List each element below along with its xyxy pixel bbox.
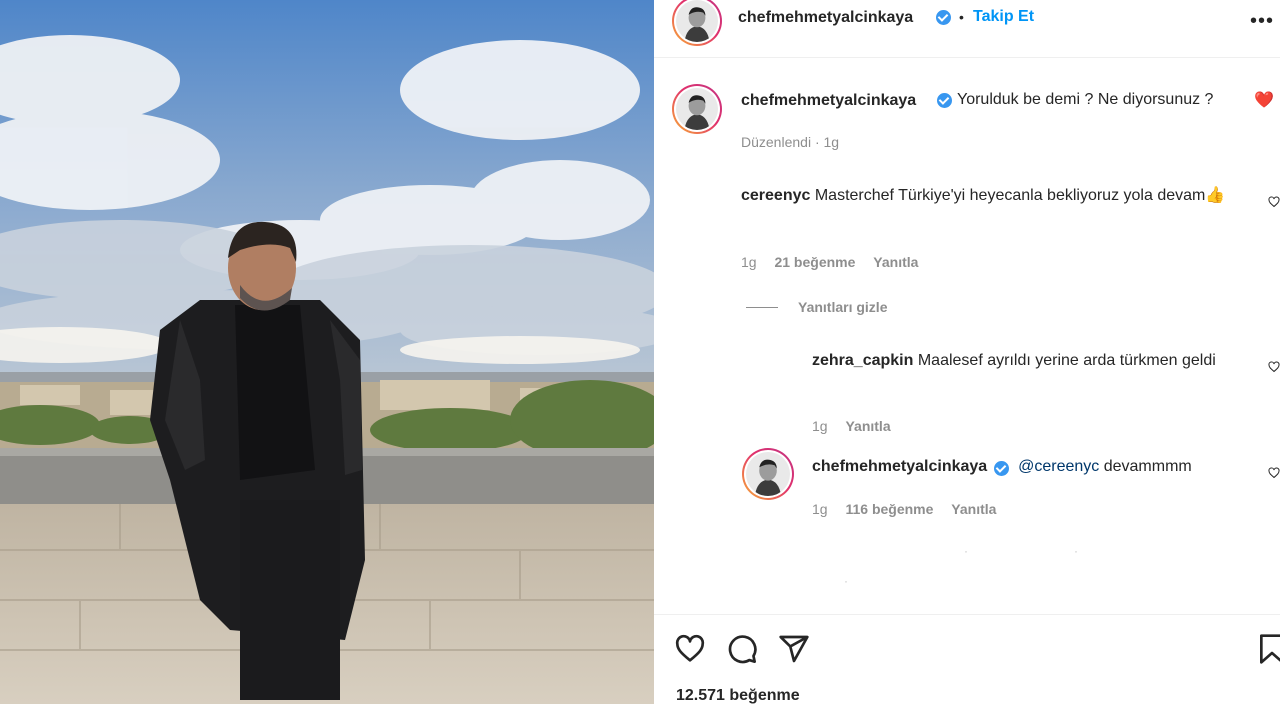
reply-item: zehra_capkin Maalesef ayrıldı yerine ard… bbox=[812, 349, 1262, 372]
post-photo-illustration bbox=[0, 0, 654, 704]
avatar-portrait-icon bbox=[676, 0, 718, 42]
reply-like-icon[interactable] bbox=[1268, 467, 1280, 479]
follow-button[interactable]: Takip Et bbox=[973, 8, 1034, 26]
reply-meta: 1g Yanıtla bbox=[812, 418, 891, 434]
hide-replies-button[interactable]: Yanıtları gizle bbox=[798, 299, 887, 315]
post-author-username[interactable]: chefmehmetyalcinkaya bbox=[738, 9, 913, 27]
red-heart-emoji-icon: ❤️ bbox=[1254, 92, 1274, 109]
like-count[interactable]: 12.571 beğenme bbox=[676, 687, 800, 704]
bookmark-icon[interactable] bbox=[1256, 633, 1280, 665]
reply-item: chefmehmetyalcinkaya @cereenyc devammmm bbox=[812, 455, 1262, 478]
comment-item: cereenyc Masterchef Türkiye'yi heyecanla… bbox=[741, 184, 1261, 207]
comment-meta: 1g 21 beğenme Yanıtla bbox=[741, 254, 918, 270]
verified-badge-icon bbox=[937, 93, 952, 108]
share-icon[interactable] bbox=[778, 633, 810, 665]
reply-likes[interactable]: 116 beğenme bbox=[845, 501, 933, 517]
separator-dot: • bbox=[959, 9, 964, 25]
reply-username[interactable]: chefmehmetyalcinkaya bbox=[812, 458, 987, 475]
comment-time: 1g bbox=[741, 254, 757, 270]
comment-username[interactable]: cereenyc bbox=[741, 187, 810, 204]
faded-dot: · bbox=[964, 544, 968, 558]
comment-icon[interactable] bbox=[726, 633, 758, 665]
caption-meta: Düzenlendi · 1g bbox=[741, 134, 840, 150]
more-options-icon[interactable]: ••• bbox=[1250, 10, 1274, 33]
reply-time: 1g bbox=[812, 418, 828, 434]
avatar-portrait-icon bbox=[746, 452, 790, 496]
reply-button[interactable]: Yanıtla bbox=[951, 501, 996, 517]
reply-mention[interactable]: @cereenyc bbox=[1018, 458, 1099, 475]
caption-username[interactable]: chefmehmetyalcinkaya bbox=[741, 92, 916, 110]
reply-meta: 1g 116 beğenme Yanıtla bbox=[812, 501, 996, 517]
reply-like-icon[interactable] bbox=[1268, 361, 1280, 373]
heart-icon[interactable] bbox=[674, 633, 706, 665]
post-header: chefmehmetyalcinkaya • Takip Et ••• bbox=[654, 0, 1280, 58]
avatar-portrait-icon bbox=[676, 88, 718, 130]
faded-dot: · bbox=[844, 574, 848, 588]
post-actions-bar: 12.571 beğenme bbox=[654, 614, 1280, 704]
reply-button[interactable]: Yanıtla bbox=[873, 254, 918, 270]
verified-badge-icon bbox=[993, 461, 1009, 476]
reply-author-avatar[interactable] bbox=[742, 448, 794, 500]
faded-dot: · bbox=[1074, 544, 1078, 558]
reply-text: Maalesef ayrıldı yerine arda türkmen gel… bbox=[917, 352, 1216, 369]
replies-divider bbox=[746, 307, 778, 308]
comment-like-icon[interactable] bbox=[1268, 196, 1280, 208]
post-image[interactable] bbox=[0, 0, 654, 704]
post-detail-panel: chefmehmetyalcinkaya • Takip Et ••• chef… bbox=[654, 0, 1280, 704]
reply-time: 1g bbox=[812, 501, 828, 517]
comment-text: Masterchef Türkiye'yi heyecanla bekliyor… bbox=[814, 187, 1226, 204]
caption-time: 1g bbox=[823, 134, 840, 150]
author-avatar[interactable] bbox=[672, 0, 722, 46]
reply-username[interactable]: zehra_capkin bbox=[812, 352, 913, 369]
caption-text: Yorulduk be demi ? Ne diyorsunuz ? bbox=[957, 91, 1214, 108]
reply-text: devammmm bbox=[1103, 458, 1192, 475]
comment-likes[interactable]: 21 beğenme bbox=[774, 254, 855, 270]
reply-button[interactable]: Yanıtla bbox=[845, 418, 890, 434]
edited-label: Düzenlendi bbox=[741, 134, 812, 150]
caption-author-avatar[interactable] bbox=[672, 84, 722, 134]
verified-badge-icon bbox=[936, 10, 951, 25]
